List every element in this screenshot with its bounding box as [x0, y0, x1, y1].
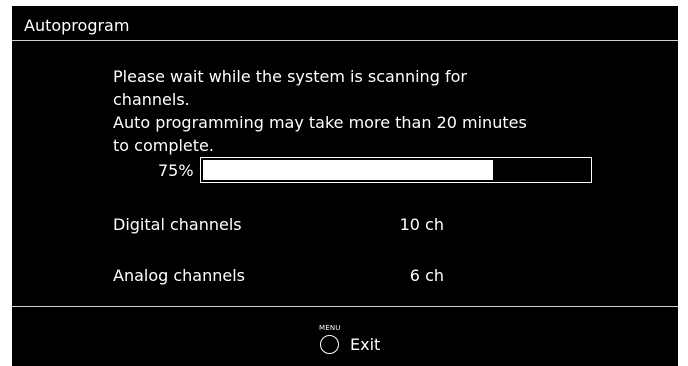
title-divider — [12, 40, 678, 41]
scan-message-line: Auto programming may take more than 20 m… — [113, 113, 527, 132]
scan-message: Please wait while the system is scanning… — [113, 65, 553, 157]
digital-channels-count: 10 ch — [399, 215, 444, 234]
progress-percent: 75% — [158, 161, 194, 180]
analog-channels-count: 6 ch — [409, 266, 444, 285]
circle-button-icon — [320, 335, 339, 354]
footer-divider — [12, 306, 678, 307]
analog-channels-label: Analog channels — [113, 266, 246, 285]
exit-label: Exit — [350, 335, 381, 354]
scan-message-line: channels. — [113, 90, 190, 109]
progress-fill — [203, 160, 493, 180]
autoprogram-dialog: Autoprogram Please wait while the system… — [12, 6, 678, 366]
digital-channels-label: Digital channels — [113, 215, 242, 234]
menu-exit-button[interactable]: MENU — [318, 324, 348, 358]
scan-message-line: to complete. — [113, 136, 214, 155]
menu-button-label: MENU — [319, 324, 341, 332]
scan-message-line: Please wait while the system is scanning… — [113, 67, 467, 86]
progress-bar — [200, 157, 592, 183]
dialog-title: Autoprogram — [24, 16, 130, 35]
